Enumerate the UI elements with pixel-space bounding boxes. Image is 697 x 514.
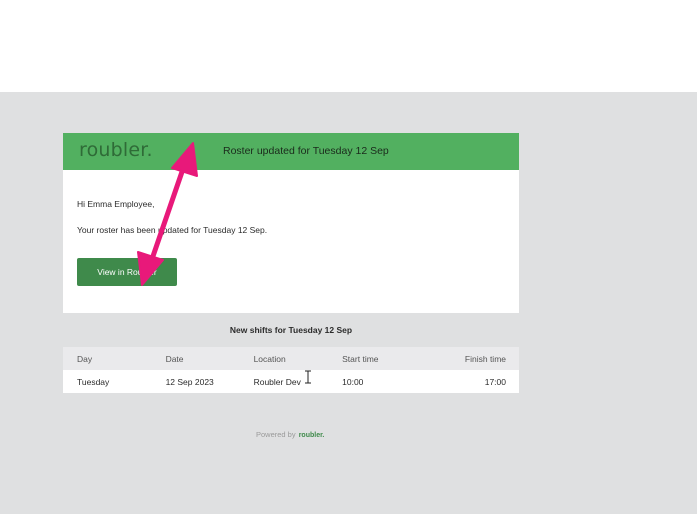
view-in-roubler-button[interactable]: View in Roubler xyxy=(77,258,177,286)
email-card: roubler. Roster updated for Tuesday 12 S… xyxy=(63,133,519,313)
column-header-finish-time: Finish time xyxy=(430,347,519,370)
shift-day: Tuesday xyxy=(63,370,166,393)
page: roubler. Roster updated for Tuesday 12 S… xyxy=(0,0,697,514)
greeting-text: Hi Emma Employee, xyxy=(77,199,155,209)
column-header-day: Day xyxy=(63,347,166,370)
shift-start-time: 10:00 xyxy=(342,370,431,393)
shift-finish-time: 17:00 xyxy=(430,370,519,393)
roubler-logo: roubler. xyxy=(79,139,153,161)
footer-roubler-logo[interactable]: roubler. xyxy=(299,432,325,439)
email-header-title: Roster updated for Tuesday 12 Sep xyxy=(223,145,389,157)
roster-message: Your roster has been updated for Tuesday… xyxy=(77,225,268,235)
column-header-start-time: Start time xyxy=(342,347,431,370)
shifts-heading: New shifts for Tuesday 12 Sep xyxy=(229,325,353,335)
shift-date: 12 Sep 2023 xyxy=(165,370,254,393)
column-header-location: Location xyxy=(253,347,343,370)
powered-by-footer: Powered by roubler. xyxy=(256,430,324,439)
shifts-table: Day Date Location Start time Finish time… xyxy=(63,347,519,393)
table-row: Tuesday 12 Sep 2023 Roubler Dev 10:00 17… xyxy=(63,370,519,393)
column-header-date: Date xyxy=(165,347,254,370)
table-header-row: Day Date Location Start time Finish time xyxy=(63,347,519,370)
email-header: roubler. Roster updated for Tuesday 12 S… xyxy=(63,133,519,170)
shift-location: Roubler Dev xyxy=(253,370,343,393)
powered-by-label: Powered by xyxy=(256,430,296,439)
